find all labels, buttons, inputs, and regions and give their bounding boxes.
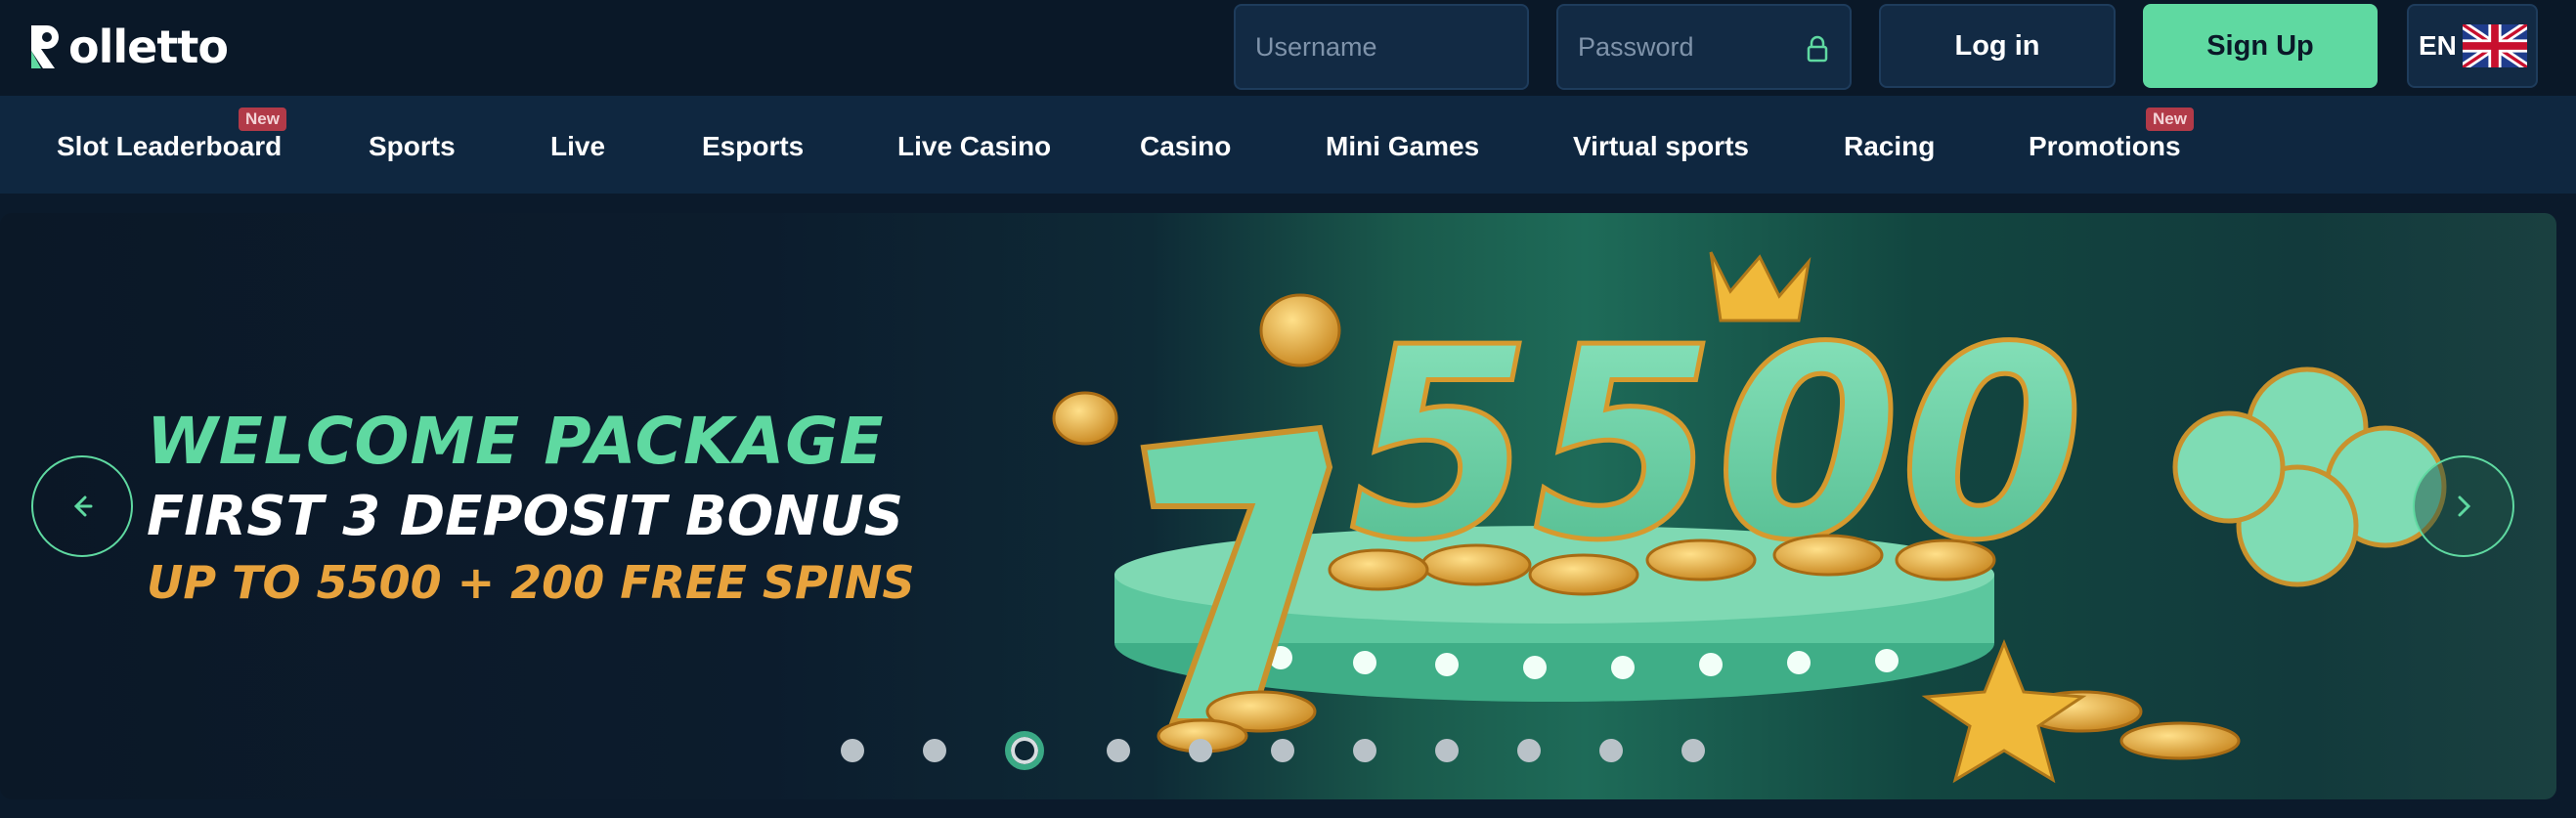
login-button[interactable]: Log in <box>1879 4 2116 88</box>
jackpot-illustration: 5500 <box>1052 251 2447 784</box>
carousel-dot[interactable] <box>1353 739 1376 762</box>
signup-button[interactable]: Sign Up <box>2143 4 2378 88</box>
carousel-dot[interactable] <box>1189 739 1212 762</box>
lock-icon[interactable] <box>1807 35 1828 63</box>
nav-promotions[interactable]: Promotions New <box>2029 108 2194 162</box>
main-nav: Slot Leaderboard New Sports Live Esports… <box>0 96 2576 194</box>
uk-flag-icon <box>2462 24 2527 67</box>
nav-racing[interactable]: Racing <box>1844 131 1935 162</box>
new-badge: New <box>2146 108 2194 131</box>
nav-label: Casino <box>1140 131 1232 161</box>
password-placeholder: Password <box>1578 31 1694 62</box>
password-field[interactable]: Password <box>1556 4 1852 90</box>
promo-text: WELCOME PACKAGE FIRST 3 DEPOSIT BONUS UP… <box>147 404 915 609</box>
carousel-dot[interactable] <box>1271 739 1294 762</box>
nav-mini-games[interactable]: Mini Games <box>1326 131 1479 162</box>
promo-banner[interactable]: 5500 WELCOME PACKAGE FIRST 3 DEPOSIT BON… <box>0 213 2556 799</box>
promo-headline: WELCOME PACKAGE <box>147 404 885 479</box>
username-field[interactable]: Username <box>1234 4 1529 90</box>
promo-offer: UP TO 5500 + 200 FREE SPINS <box>147 556 915 609</box>
nav-label: Live Casino <box>897 131 1052 161</box>
top-bar: olletto Username Password Log in Sign Up… <box>0 0 2576 96</box>
carousel-dot[interactable] <box>1107 739 1130 762</box>
logo-text: olletto <box>68 21 229 73</box>
nav-live[interactable]: Live <box>550 131 605 162</box>
nav-label: Sports <box>369 131 456 161</box>
language-code: EN <box>2419 30 2457 61</box>
nav-live-casino[interactable]: Live Casino <box>897 131 1051 162</box>
nav-label: Racing <box>1844 131 1936 161</box>
rolletto-logo[interactable]: olletto <box>27 20 229 74</box>
promo-subheadline: FIRST 3 DEPOSIT BONUS <box>147 485 903 548</box>
nav-casino[interactable]: Casino <box>1140 131 1231 162</box>
nav-label: Promotions <box>2029 131 2181 161</box>
carousel-dot[interactable] <box>1681 739 1705 762</box>
chevron-left-icon <box>73 495 93 517</box>
nav-esports[interactable]: Esports <box>702 131 804 162</box>
carousel-prev-button[interactable] <box>31 455 133 557</box>
nav-slot-leaderboard[interactable]: Slot Leaderboard New <box>57 108 286 162</box>
carousel-dot[interactable] <box>1435 739 1459 762</box>
carousel-dot[interactable] <box>1517 739 1541 762</box>
nav-label: Live <box>550 131 606 161</box>
carousel-dot[interactable] <box>923 739 946 762</box>
new-badge: New <box>239 108 286 131</box>
nav-label: Esports <box>702 131 805 161</box>
nav-label: Slot Leaderboard <box>57 131 283 161</box>
logo-r-icon <box>31 25 59 68</box>
carousel-dot-active[interactable] <box>1005 731 1044 770</box>
carousel-dot[interactable] <box>841 739 864 762</box>
username-placeholder: Username <box>1255 31 1377 62</box>
nav-label: Mini Games <box>1326 131 1480 161</box>
nav-sports[interactable]: Sports <box>369 131 456 162</box>
chevron-right-icon <box>2458 495 2471 517</box>
nav-label: Virtual sports <box>1573 131 1749 161</box>
nav-virtual-sports[interactable]: Virtual sports <box>1573 131 1749 162</box>
carousel-dot[interactable] <box>1599 739 1623 762</box>
language-selector[interactable]: EN <box>2407 4 2538 88</box>
carousel-next-button[interactable] <box>2413 455 2514 557</box>
